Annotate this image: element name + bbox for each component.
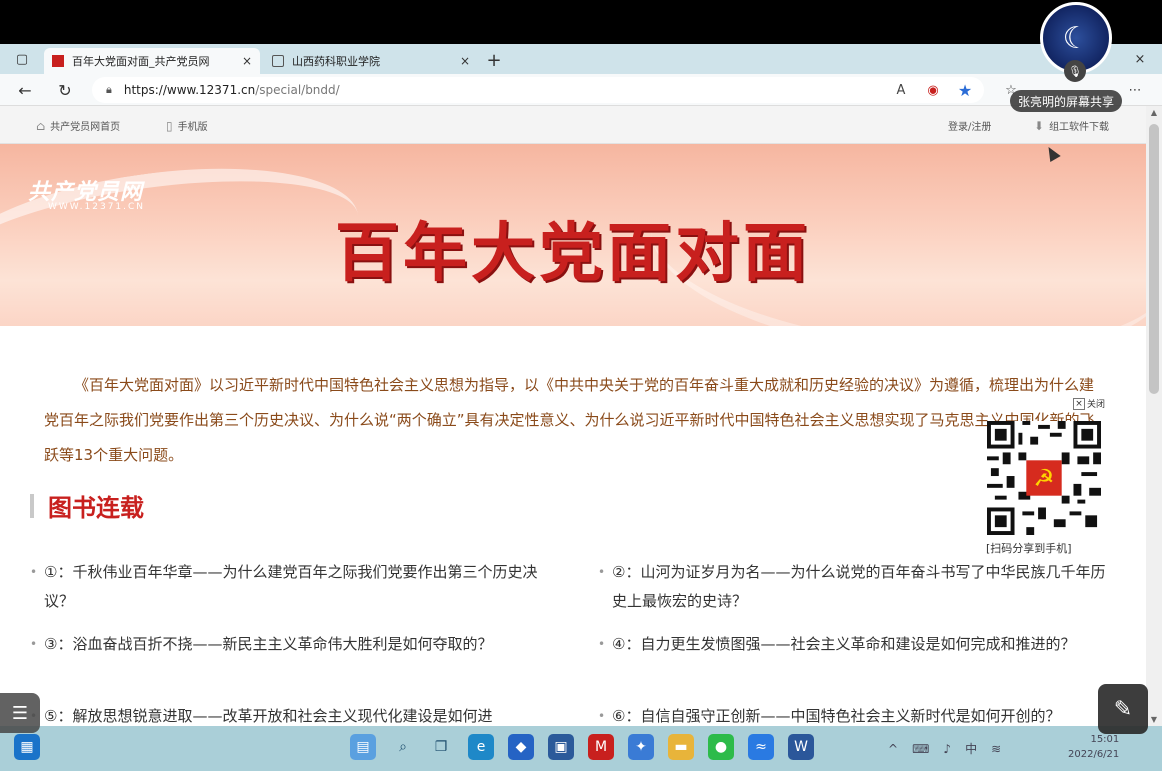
back-arrow-icon[interactable]: ← [12, 78, 38, 102]
tab-actions-icon[interactable]: ▢ [4, 44, 40, 74]
browser-nav-bar: ← ↻ 🔒︎ https://www.12371.cn/special/bndd… [0, 74, 1162, 106]
clock-time: 15:01 [1090, 734, 1120, 745]
screen: ▢ 百年大党面对面_共产党员网 × 山西药科职业学院 × + × ← ↻ 🔒︎ … [0, 0, 1162, 771]
keyboard-icon[interactable]: ⌨ [912, 742, 929, 756]
system-tray: ^ ⌨ ♪ 中 ≋ [888, 726, 1015, 771]
close-window-icon[interactable]: × [1122, 44, 1158, 74]
svg-text:☭: ☭ [1033, 464, 1054, 492]
section-heading: 图书连载 [30, 488, 144, 523]
site-top-bar: ⌂ 共产党员网首页 ▯ 手机版 登录/注册 ⬇ 组工软件下载 [0, 106, 1146, 144]
article-link[interactable]: ③：浴血奋战百折不挠——新民主主义革命伟大胜利是如何夺取的？ [30, 630, 550, 659]
article-link[interactable]: ①：千秋伟业百年华章——为什么建党百年之际我们党要作出第三个历史决议？ [30, 558, 550, 616]
refresh-icon[interactable]: ↻ [52, 78, 78, 102]
app-icon[interactable]: ◆ [508, 734, 534, 760]
scroll-down-icon[interactable]: ▼ [1146, 715, 1162, 724]
edge-browser-icon[interactable]: e [468, 734, 494, 760]
page-favicon-icon [272, 55, 284, 67]
tab-label: 山西药科职业学院 [292, 55, 380, 68]
download-link[interactable]: ⬇ 组工软件下载 [1034, 118, 1110, 134]
mobile-link-label: 手机版 [177, 122, 208, 133]
download-link-label: 组工软件下载 [1049, 122, 1110, 133]
tracking-icon[interactable]: ◉ [922, 79, 944, 101]
intro-paragraph: 《百年大党面对面》以习近平新时代中国特色社会主义思想为指导，以《中共中央关于党的… [44, 376, 1095, 464]
app-icon[interactable]: ✦ [628, 734, 654, 760]
wechat-icon[interactable]: ● [708, 734, 734, 760]
clock[interactable]: 15:01 2022/6/21 [1068, 732, 1119, 762]
section-bar-decoration [30, 493, 34, 518]
scroll-thumb[interactable] [1149, 124, 1159, 394]
store-icon[interactable]: ▣ [548, 734, 574, 760]
close-tab-icon[interactable]: × [242, 54, 252, 68]
login-link-label: 登录/注册 [948, 122, 992, 133]
tab-label: 百年大党面对面_共产党员网 [72, 55, 210, 68]
annotate-icon[interactable]: ✎ [1098, 684, 1148, 734]
mcafee-icon[interactable]: M [588, 734, 614, 760]
clock-date: 2022/6/21 [1068, 749, 1120, 760]
wifi-icon[interactable]: ≋ [991, 742, 1001, 756]
qr-caption: [扫码分享到手机] [986, 542, 1072, 555]
ime-indicator[interactable]: 中 [965, 740, 977, 757]
microphone-icon[interactable]: 🎙︎ [1064, 60, 1086, 82]
section-title: 图书连载 [48, 493, 144, 522]
page-scrollbar[interactable]: ▲ ▼ [1146, 106, 1162, 726]
tab-college[interactable]: 山西药科职业学院 × [264, 48, 478, 74]
chevron-up-icon[interactable]: ^ [888, 742, 898, 756]
favorite-star-icon[interactable]: ★ [954, 79, 976, 101]
url-path: /special/bndd/ [255, 83, 340, 97]
page-banner: 共产党员网 WWW.12371.CN 百年大党面对面 [0, 144, 1146, 326]
new-tab-button[interactable]: + [482, 48, 506, 72]
home-link[interactable]: ⌂ 共产党员网首页 [36, 118, 121, 134]
search-icon[interactable]: ⌕ [390, 734, 416, 760]
list-menu-icon[interactable]: ☰ [0, 693, 40, 733]
read-aloud-icon[interactable]: A [890, 79, 912, 101]
taskbar: ▦ ▤ ⌕ ❐ e ◆ ▣ M ✦ ▬ ● ≈ W ^ ⌨ ♪ 中 ≋ 15:0… [0, 726, 1162, 771]
qr-close-label: 关闭 [1087, 400, 1106, 410]
close-icon: × [1073, 397, 1085, 410]
mic-tray-icon[interactable]: ♪ [943, 742, 951, 756]
phone-icon: ▯ [166, 118, 173, 133]
article-link[interactable]: ④：自力更生发愤图强——社会主义革命和建设是如何完成和推进的？ [598, 630, 1098, 659]
address-bar[interactable]: 🔒︎ https://www.12371.cn/special/bndd/ [92, 77, 984, 103]
meeting-icon[interactable]: ≈ [748, 734, 774, 760]
word-icon[interactable]: W [788, 734, 814, 760]
widgets-icon[interactable]: ▤ [350, 734, 376, 760]
screen-share-label: 张亮明的屏幕共享 [1010, 90, 1123, 112]
lock-icon: 🔒︎ [106, 83, 112, 96]
home-link-label: 共产党员网首页 [50, 122, 121, 133]
close-tab-icon[interactable]: × [460, 54, 470, 68]
main-content: 《百年大党面对面》以习近平新时代中国特色社会主义思想为指导，以《中共中央关于党的… [0, 326, 1146, 731]
folder-icon[interactable]: ▬ [668, 734, 694, 760]
download-icon: ⬇ [1034, 118, 1045, 133]
qr-code: ☭ [987, 421, 1101, 535]
mobile-link[interactable]: ▯ 手机版 [166, 118, 208, 134]
tab-bndd[interactable]: 百年大党面对面_共产党员网 × [44, 48, 260, 74]
qr-close-button[interactable]: × 关闭 [1073, 397, 1105, 410]
article-link[interactable]: ②：山河为证岁月为名——为什么说党的百年奋斗书写了中华民族几千年历史上最恢宏的史… [598, 558, 1118, 616]
more-menu-icon[interactable]: ⋯ [1124, 79, 1146, 101]
banner-title: 百年大党面对面 [335, 216, 811, 291]
url-host: https://www.12371.cn [123, 83, 256, 97]
login-link[interactable]: 登录/注册 [948, 118, 991, 133]
browser-tab-strip: ▢ 百年大党面对面_共产党员网 × 山西药科职业学院 × + × [0, 44, 1162, 74]
start-icon[interactable]: ▦ [14, 734, 40, 760]
task-view-icon[interactable]: ❐ [428, 734, 454, 760]
home-icon: ⌂ [36, 118, 46, 133]
scroll-up-icon[interactable]: ▲ [1146, 108, 1162, 117]
party-favicon-icon [52, 55, 64, 67]
